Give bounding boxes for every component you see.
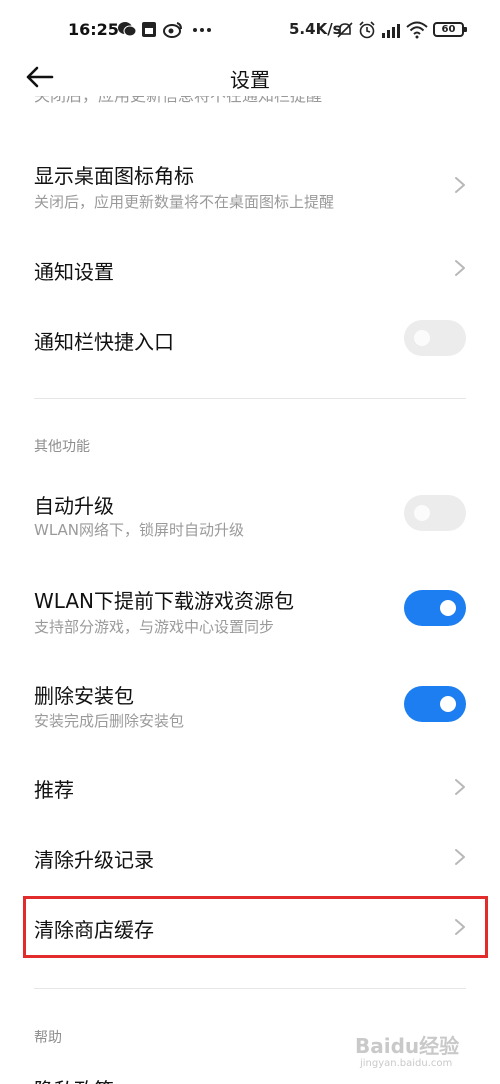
- toggle-knob: [440, 600, 456, 616]
- chevron-right-icon: [455, 177, 465, 193]
- title-bar: 设置: [0, 55, 500, 100]
- setting-clear-upgrade-records[interactable]: 清除升级记录: [0, 828, 500, 888]
- chevron-right-icon: [455, 260, 465, 276]
- page-title: 设置: [230, 68, 270, 92]
- status-bar: 16:25 5.4K/s 60: [0, 0, 500, 60]
- toggle-knob: [440, 696, 456, 712]
- watermark: Baidu经验: [355, 1034, 460, 1058]
- section-header-help: 帮助: [34, 1030, 62, 1046]
- setting-title: 通知设置: [34, 260, 114, 284]
- setting-notification-shortcut: 通知栏快捷入口: [0, 310, 500, 370]
- wlan-preload-toggle[interactable]: [404, 590, 466, 626]
- section-divider: [34, 988, 466, 989]
- setting-subtitle: 安装完成后删除安装包: [34, 712, 185, 730]
- auto-upgrade-toggle[interactable]: [404, 495, 466, 531]
- setting-subtitle: WLAN网络下，锁屏时自动升级: [34, 521, 245, 539]
- setting-wlan-preload: WLAN下提前下载游戏资源包 支持部分游戏，与游戏中心设置同步: [0, 575, 500, 645]
- delete-package-toggle[interactable]: [404, 686, 466, 722]
- back-arrow-icon: [26, 66, 54, 88]
- weibo-icon: [163, 21, 183, 43]
- battery-icon: 60: [433, 22, 467, 37]
- alarm-icon: [358, 21, 376, 44]
- mute-icon: [336, 21, 354, 44]
- signal-icon: [380, 21, 402, 44]
- setting-desktop-badge[interactable]: 显示桌面图标角标 关闭后，应用更新数量将不在桌面图标上提醒: [0, 150, 500, 220]
- setting-title: 删除安装包: [34, 684, 134, 708]
- setting-title: 隐私政策: [34, 1074, 114, 1084]
- back-button[interactable]: [22, 59, 58, 95]
- toggle-knob: [414, 330, 430, 346]
- status-time: 16:25: [68, 20, 119, 39]
- setting-title: 通知栏快捷入口: [34, 330, 174, 354]
- clipped-subtitle-text: 关闭后，应用更新信息将不在通知栏提醒: [34, 96, 322, 104]
- more-dots-icon: [192, 21, 212, 42]
- wechat-icon: [117, 21, 137, 42]
- chevron-right-icon: [455, 849, 465, 865]
- setting-title: 推荐: [34, 778, 74, 802]
- setting-subtitle: 支持部分游戏，与游戏中心设置同步: [34, 618, 275, 636]
- setting-recommend[interactable]: 推荐: [0, 758, 500, 818]
- setting-delete-package: 删除安装包 安装完成后删除安装包: [0, 670, 500, 740]
- section-header-other-features: 其他功能: [34, 439, 90, 455]
- setting-title: 清除升级记录: [34, 848, 154, 872]
- sim-icon: [141, 21, 157, 43]
- setting-title: 显示桌面图标角标: [34, 164, 194, 188]
- section-divider: [34, 398, 466, 399]
- clipped-row-subtitle: 关闭后，应用更新信息将不在通知栏提醒: [34, 96, 322, 112]
- setting-privacy-policy[interactable]: 隐私政策: [0, 1070, 500, 1084]
- toggle-knob: [414, 505, 430, 521]
- setting-title: 自动升级: [34, 494, 114, 518]
- network-speed: 5.4K/s: [289, 20, 342, 38]
- setting-title: WLAN下提前下载游戏资源包: [34, 589, 295, 613]
- setting-notification[interactable]: 通知设置: [0, 240, 500, 300]
- settings-screen: 16:25 5.4K/s 60 设置 显示桌面图标角标 关闭后，应用更新数量将不…: [0, 0, 500, 1084]
- watermark-url: jingyan.baidu.com: [360, 1058, 453, 1069]
- chevron-right-icon: [455, 779, 465, 795]
- setting-subtitle: 关闭后，应用更新数量将不在桌面图标上提醒: [34, 193, 335, 211]
- highlight-box: [23, 896, 488, 958]
- wifi-icon: [406, 21, 428, 44]
- setting-auto-upgrade: 自动升级 WLAN网络下，锁屏时自动升级: [0, 480, 500, 550]
- notification-shortcut-toggle[interactable]: [404, 320, 466, 356]
